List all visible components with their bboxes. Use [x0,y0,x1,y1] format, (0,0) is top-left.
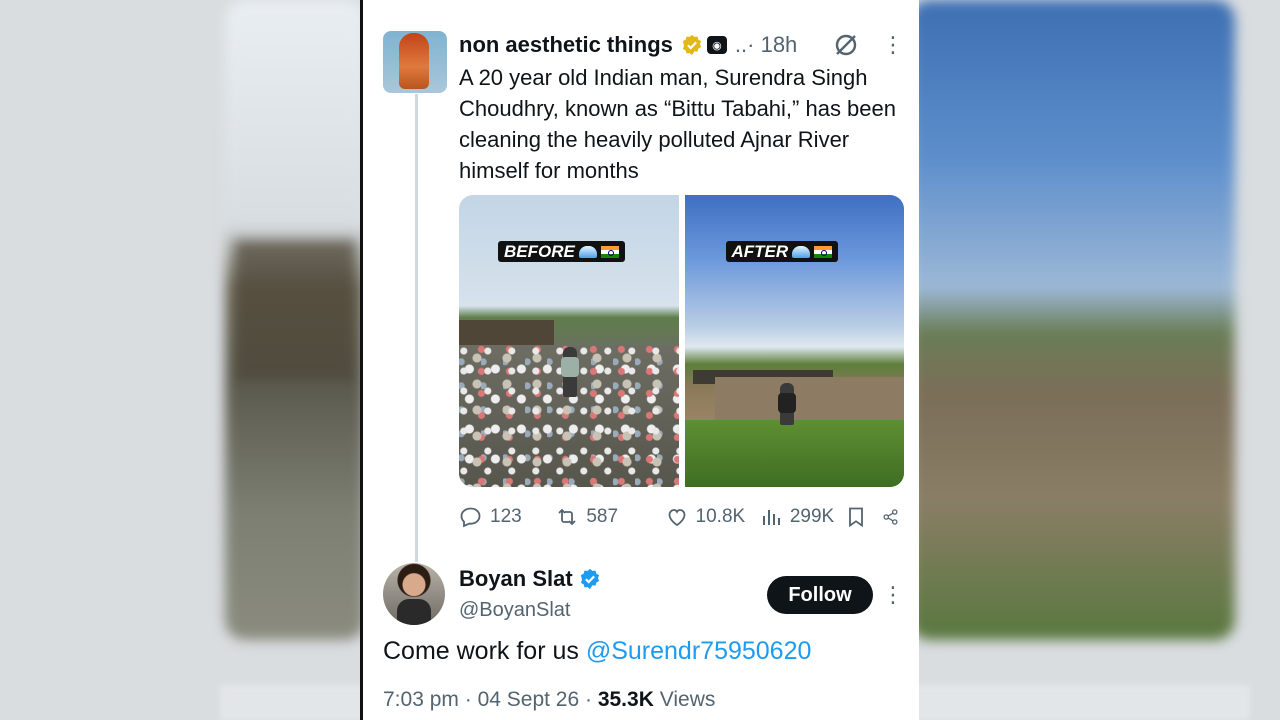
reply-meta: 7:03 pm · 04 Sept 26 · 35.3K Views [383,688,716,711]
analytics-icon [762,510,780,525]
more-options-icon[interactable]: ⋮ [882,584,904,606]
after-label-text: AFTER [731,241,789,261]
reply-author-handle[interactable]: @BoyanSlat [459,599,570,622]
reply-views-count: 35.3K [597,688,654,711]
bookmark-button[interactable] [844,505,882,529]
views-count: 299K [789,506,835,527]
india-flag-icon [600,245,619,258]
share-icon [883,509,898,525]
bookmark-icon [849,507,864,528]
background-image-right [910,0,1235,640]
before-label-text: BEFORE [504,241,575,261]
repost-button[interactable]: 587 [555,505,664,529]
tweet-timestamp[interactable]: ..· 18h [735,32,797,58]
tweet-media[interactable]: BEFORE AFTER [459,195,904,487]
after-label: AFTER [725,241,839,262]
mention-link[interactable]: @Surendr75950620 [586,637,812,665]
thread-connector-line [415,94,418,562]
reply-count: 123 [490,506,522,527]
views-button[interactable]: 299K [759,505,844,529]
wave-emoji-icon [578,245,597,258]
reply-text-prefix: Come work for us [383,637,586,665]
reply-author-name-row: Boyan Slat [459,566,601,592]
reply-button[interactable]: 123 [459,505,555,529]
reply-text: Come work for us @Surendr75950620 [383,637,811,666]
author-name[interactable]: non aesthetic things [459,32,673,58]
like-count: 10.8K [695,506,746,527]
before-label: BEFORE [498,241,625,262]
tweet-card: non aesthetic things ◉ ..· 18h ⋮ A 20 ye… [360,0,919,720]
grass-bank [684,420,904,487]
verified-blue-badge-icon [580,568,599,590]
reply-date[interactable]: 04 Sept 26 [478,688,580,711]
share-button[interactable] [882,505,906,529]
tweet-actions: 123 587 10.8K 299K [459,503,906,531]
reply-author-name[interactable]: Boyan Slat [459,566,573,592]
reply-time[interactable]: 7:03 pm [383,688,459,711]
grok-icon[interactable] [833,32,859,58]
like-button[interactable]: 10.8K [665,505,759,529]
verified-gold-badge-icon [682,34,701,56]
reply-icon [460,507,481,528]
after-image[interactable]: AFTER [684,195,904,487]
person-figure [777,383,796,425]
reply-author-avatar[interactable] [383,563,445,625]
tweet-text: A 20 year old Indian man, Surendra Singh… [459,65,897,183]
affiliate-badge-icon: ◉ [706,36,727,54]
person-figure [561,347,579,397]
repost-icon [558,508,576,526]
before-image[interactable]: BEFORE [459,195,679,487]
repost-count: 587 [586,506,619,527]
more-options-icon[interactable]: ⋮ [882,34,904,56]
follow-button[interactable]: Follow [767,576,873,614]
background-image-left [225,0,365,640]
author-avatar[interactable] [383,31,447,93]
heart-icon [668,509,685,527]
wave-emoji-icon [792,245,811,258]
india-flag-icon [814,245,833,258]
reply-views-label: Views [659,688,716,711]
